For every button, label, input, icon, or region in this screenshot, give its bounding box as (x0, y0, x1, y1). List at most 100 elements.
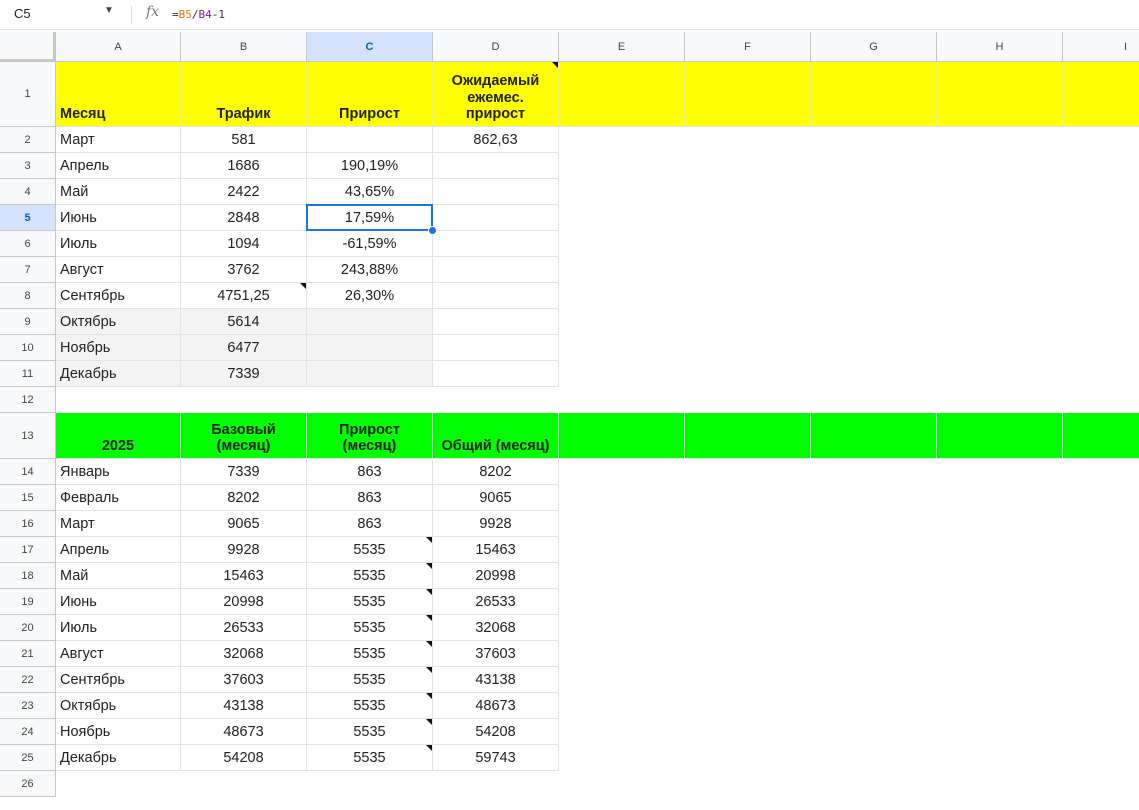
header-base[interactable]: Базовый (месяц) (181, 413, 307, 459)
cell-c3[interactable]: 190,19% (307, 153, 433, 179)
row-header-12[interactable]: 12 (0, 387, 56, 413)
cell-i1[interactable] (1063, 62, 1139, 127)
cell-a4[interactable]: Май (56, 179, 181, 205)
cell-b23[interactable]: 43138 (181, 693, 307, 719)
cell-c16[interactable]: 863 (307, 511, 433, 537)
cell-g13[interactable] (811, 413, 937, 459)
row-header-14[interactable]: 14 (0, 459, 56, 485)
header-traffic[interactable]: Трафик (181, 62, 307, 127)
cell-b10[interactable]: 6477 (181, 335, 307, 361)
cell-h13[interactable] (937, 413, 1063, 459)
cell-b8[interactable]: 4751,25 (181, 283, 307, 309)
cell-a21[interactable]: Август (56, 641, 181, 667)
note-indicator-icon[interactable] (426, 615, 432, 621)
header-month[interactable]: Месяц (56, 62, 181, 127)
cell-c17[interactable]: 5535 (307, 537, 433, 563)
cell-c22[interactable]: 5535 (307, 667, 433, 693)
cell-c20[interactable]: 5535 (307, 615, 433, 641)
cell-d15[interactable]: 9065 (433, 485, 559, 511)
cell-f1[interactable] (685, 62, 811, 127)
cell-a25[interactable]: Декабрь (56, 745, 181, 771)
cell-a22[interactable]: Сентябрь (56, 667, 181, 693)
cell-b11[interactable]: 7339 (181, 361, 307, 387)
cell-d22[interactable]: 43138 (433, 667, 559, 693)
cell-d25[interactable]: 59743 (433, 745, 559, 771)
cell-a18[interactable]: Май (56, 563, 181, 589)
row-header-2[interactable]: 2 (0, 127, 56, 153)
cell-d24[interactable]: 54208 (433, 719, 559, 745)
header-expected-growth[interactable]: Ожидаемый ежемес. прирост (433, 62, 559, 127)
spreadsheet-grid[interactable]: A B C D E F G H I 1 2 3 4 5 6 7 8 9 10 11 12 13 14 15 16 17 18 19 20… (0, 32, 1139, 810)
row-header-6[interactable]: 6 (0, 231, 56, 257)
chevron-down-icon[interactable]: ▼ (104, 5, 114, 16)
cell-a15[interactable]: Февраль (56, 485, 181, 511)
note-indicator-icon[interactable] (426, 693, 432, 699)
cell-d5[interactable] (433, 205, 559, 231)
cell-a19[interactable]: Июнь (56, 589, 181, 615)
note-indicator-icon[interactable] (426, 537, 432, 543)
column-header-b[interactable]: B (181, 32, 307, 62)
note-indicator-icon[interactable] (426, 563, 432, 569)
row-header-22[interactable]: 22 (0, 667, 56, 693)
cell-g1[interactable] (811, 62, 937, 127)
cell-b20[interactable]: 26533 (181, 615, 307, 641)
fill-handle[interactable] (428, 226, 437, 235)
formula-input[interactable]: =B5/B4-1 (172, 8, 225, 21)
cell-c14[interactable]: 863 (307, 459, 433, 485)
cell-d9[interactable] (433, 309, 559, 335)
cell-f13[interactable] (685, 413, 811, 459)
cell-b3[interactable]: 1686 (181, 153, 307, 179)
row-header-18[interactable]: 18 (0, 563, 56, 589)
cell-e1[interactable] (559, 62, 685, 127)
cell-c9[interactable] (307, 309, 433, 335)
cell-d14[interactable]: 8202 (433, 459, 559, 485)
cell-b19[interactable]: 20998 (181, 589, 307, 615)
note-indicator-icon[interactable] (426, 745, 432, 751)
cell-c18[interactable]: 5535 (307, 563, 433, 589)
column-header-i[interactable]: I (1063, 32, 1139, 62)
cell-c24[interactable]: 5535 (307, 719, 433, 745)
cell-a6[interactable]: Июль (56, 231, 181, 257)
cell-a17[interactable]: Апрель (56, 537, 181, 563)
row-header-11[interactable]: 11 (0, 361, 56, 387)
cell-b17[interactable]: 9928 (181, 537, 307, 563)
cell-b24[interactable]: 48673 (181, 719, 307, 745)
row-header-16[interactable]: 16 (0, 511, 56, 537)
cell-c5[interactable]: 17,59% (307, 205, 433, 231)
row-header-26[interactable]: 26 (0, 771, 56, 797)
cell-d20[interactable]: 32068 (433, 615, 559, 641)
cell-b15[interactable]: 8202 (181, 485, 307, 511)
cell-a16[interactable]: Март (56, 511, 181, 537)
note-indicator-icon[interactable] (426, 667, 432, 673)
cell-c6[interactable]: -61,59% (307, 231, 433, 257)
row-header-9[interactable]: 9 (0, 309, 56, 335)
column-header-g[interactable]: G (811, 32, 937, 62)
row-header-19[interactable]: 19 (0, 589, 56, 615)
cell-b6[interactable]: 1094 (181, 231, 307, 257)
header-growth[interactable]: Прирост (307, 62, 433, 127)
cell-a23[interactable]: Октябрь (56, 693, 181, 719)
cell-i13[interactable] (1063, 413, 1139, 459)
cell-b14[interactable]: 7339 (181, 459, 307, 485)
cell-c7[interactable]: 243,88% (307, 257, 433, 283)
header-year[interactable]: 2025 (56, 413, 181, 459)
row-header-20[interactable]: 20 (0, 615, 56, 641)
row-header-17[interactable]: 17 (0, 537, 56, 563)
cell-c21[interactable]: 5535 (307, 641, 433, 667)
select-all-corner[interactable] (0, 32, 56, 62)
note-indicator-icon[interactable] (426, 719, 432, 725)
cell-c23[interactable]: 5535 (307, 693, 433, 719)
cell-c4[interactable]: 43,65% (307, 179, 433, 205)
cell-b25[interactable]: 54208 (181, 745, 307, 771)
cell-h1[interactable] (937, 62, 1063, 127)
cell-b18[interactable]: 15463 (181, 563, 307, 589)
cell-a14[interactable]: Январь (56, 459, 181, 485)
cell-d2[interactable]: 862,63 (433, 127, 559, 153)
cell-a9[interactable]: Октябрь (56, 309, 181, 335)
cell-b5[interactable]: 2848 (181, 205, 307, 231)
cell-c15[interactable]: 863 (307, 485, 433, 511)
cell-a2[interactable]: Март (56, 127, 181, 153)
cell-d6[interactable] (433, 231, 559, 257)
cell-b21[interactable]: 32068 (181, 641, 307, 667)
row-header-25[interactable]: 25 (0, 745, 56, 771)
